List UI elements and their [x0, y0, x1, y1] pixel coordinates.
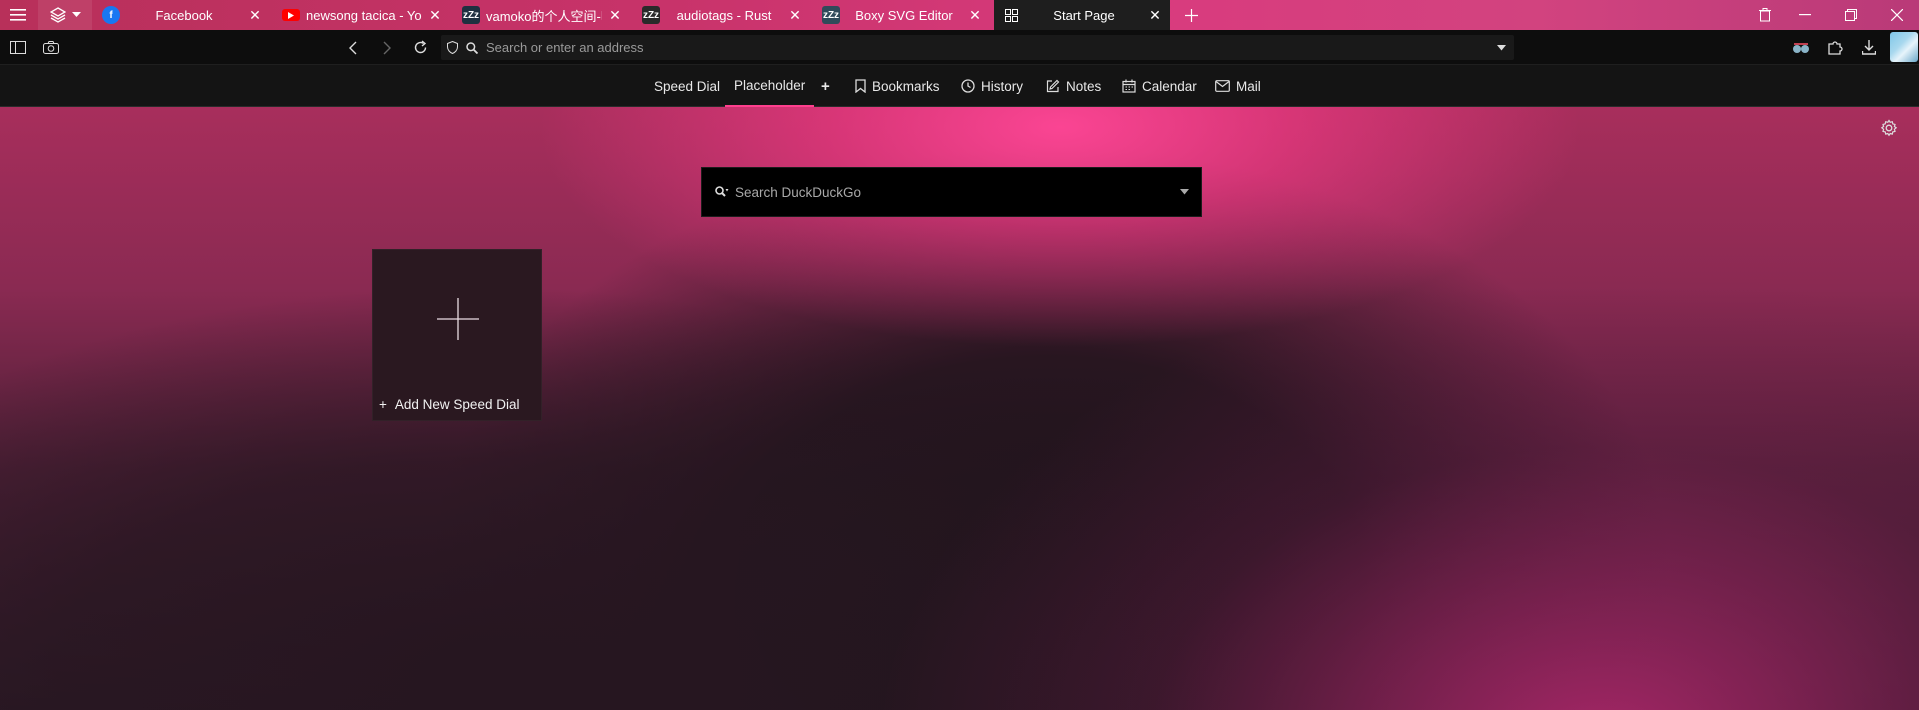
nav-history[interactable]: History [961, 65, 1023, 107]
puzzle-icon [1828, 40, 1843, 55]
search-engine-field[interactable]: Search DuckDuckGo [701, 167, 1202, 217]
nav-label: History [981, 78, 1024, 94]
panel-toggle-button[interactable] [3, 30, 33, 65]
profile-avatar[interactable] [1890, 32, 1918, 62]
blocker-icon [1793, 42, 1809, 53]
tab-title: newsong tacica - YouTube [306, 7, 422, 23]
close-tab-icon[interactable]: ✕ [248, 7, 262, 24]
close-window-button[interactable] [1874, 0, 1919, 30]
forward-button[interactable] [372, 30, 402, 65]
plus-icon [437, 298, 479, 340]
trash-icon [1759, 8, 1771, 22]
vivaldi-menu-button[interactable] [0, 0, 36, 30]
nav-notes[interactable]: Notes [1046, 65, 1101, 107]
shield-icon [447, 41, 458, 54]
nav-calendar[interactable]: Calendar [1122, 65, 1197, 107]
reload-icon [414, 40, 426, 54]
chevron-down-icon[interactable] [1497, 44, 1506, 51]
address-field[interactable]: Search or enter an address [441, 35, 1514, 60]
add-speed-dial-group-button[interactable]: + [821, 65, 830, 107]
nav-speed-dial[interactable]: Speed Dial [654, 65, 720, 107]
close-tab-icon[interactable]: ✕ [1148, 7, 1162, 24]
reload-button[interactable] [405, 30, 435, 65]
tracker-blocker-button[interactable] [1786, 30, 1816, 65]
panel-icon [10, 41, 26, 54]
gear-icon [1880, 119, 1898, 137]
calendar-icon [1122, 79, 1136, 93]
extensions-button[interactable] [1820, 30, 1850, 65]
address-toolbar: Search or enter an address [0, 30, 1919, 65]
nav-label: Calendar [1142, 78, 1197, 94]
tab-title: vamoko的个人空间-哔哩哔哩 [486, 8, 602, 24]
nav-label: Notes [1066, 78, 1102, 94]
chevron-down-icon[interactable] [1180, 189, 1189, 195]
notes-icon [1046, 79, 1060, 93]
downloads-button[interactable] [1854, 30, 1884, 65]
start-page-navigation: Speed Dial Placeholder + Bookmarks Histo… [0, 65, 1919, 107]
bookmark-icon [855, 79, 866, 93]
plus-prefix: + [379, 397, 387, 412]
add-speed-dial-tile[interactable]: + Add New Speed Dial [372, 249, 542, 421]
address-placeholder: Search or enter an address [486, 40, 644, 55]
nav-label: Bookmarks [872, 78, 940, 94]
new-tab-button[interactable] [1177, 0, 1205, 30]
close-tab-icon[interactable]: ✕ [428, 7, 442, 24]
youtube-icon [282, 9, 300, 21]
minimize-button[interactable] [1782, 0, 1828, 30]
search-icon [466, 41, 478, 54]
hibernated-tab-icon: zZz [462, 6, 480, 24]
nav-label: Placeholder [734, 77, 806, 93]
add-speed-dial-label: + Add New Speed Dial [379, 397, 519, 412]
layers-icon [49, 7, 66, 23]
tab-boxy-svg[interactable]: zZz Boxy SVG Editor ✕ [814, 0, 990, 30]
nav-placeholder[interactable]: Placeholder [725, 65, 815, 107]
camera-icon [43, 41, 59, 54]
back-arrow-icon [349, 41, 357, 54]
tab-bar: f Facebook ✕ newsong tacica - YouTube ✕ … [0, 0, 1919, 30]
back-button[interactable] [338, 30, 368, 65]
close-tab-icon[interactable]: ✕ [608, 7, 622, 24]
forward-arrow-icon [383, 41, 391, 54]
restore-button[interactable] [1828, 0, 1874, 30]
tab-title: Boxy SVG Editor [855, 7, 953, 23]
nav-mail[interactable]: Mail [1215, 65, 1261, 107]
plus-icon [1184, 8, 1198, 22]
hibernated-tab-icon: zZz [822, 6, 840, 24]
close-tab-icon[interactable]: ✕ [788, 7, 802, 24]
search-icon [715, 186, 729, 197]
nav-label: + [821, 77, 830, 95]
start-page-settings-button[interactable] [1880, 119, 1898, 137]
mail-icon [1215, 80, 1230, 92]
tab-title: Start Page [1053, 7, 1115, 23]
nav-bookmarks[interactable]: Bookmarks [855, 65, 940, 107]
tab-bilibili[interactable]: zZz vamoko的个人空间-哔哩哔哩 ✕ [454, 0, 630, 30]
nav-label: Speed Dial [654, 78, 721, 94]
close-icon [1891, 9, 1903, 21]
hamburger-menu-icon [10, 9, 26, 21]
close-tab-icon[interactable]: ✕ [968, 7, 982, 24]
nav-label: Mail [1236, 78, 1261, 94]
tab-title: Facebook [155, 7, 213, 23]
tab-audiotags[interactable]: zZz audiotags - Rust ✕ [634, 0, 810, 30]
speed-dial-grid-icon [1002, 6, 1020, 24]
minimize-icon [1799, 14, 1811, 16]
hibernated-tab-icon: zZz [642, 6, 660, 24]
tab-youtube[interactable]: newsong tacica - YouTube ✕ [274, 0, 450, 30]
tab-start-page[interactable]: Start Page ✕ [994, 0, 1170, 30]
clock-icon [961, 79, 975, 93]
tab-facebook[interactable]: f Facebook ✕ [94, 0, 270, 30]
facebook-icon: f [102, 6, 120, 24]
download-icon [1862, 40, 1876, 55]
add-speed-dial-text: Add New Speed Dial [394, 397, 520, 412]
workspaces-button[interactable] [38, 0, 92, 30]
chevron-down-icon [71, 12, 81, 17]
restore-icon [1845, 9, 1857, 21]
search-placeholder: Search DuckDuckGo [735, 184, 862, 200]
tab-title: audiotags - Rust [676, 7, 772, 23]
capture-button[interactable] [36, 30, 66, 65]
